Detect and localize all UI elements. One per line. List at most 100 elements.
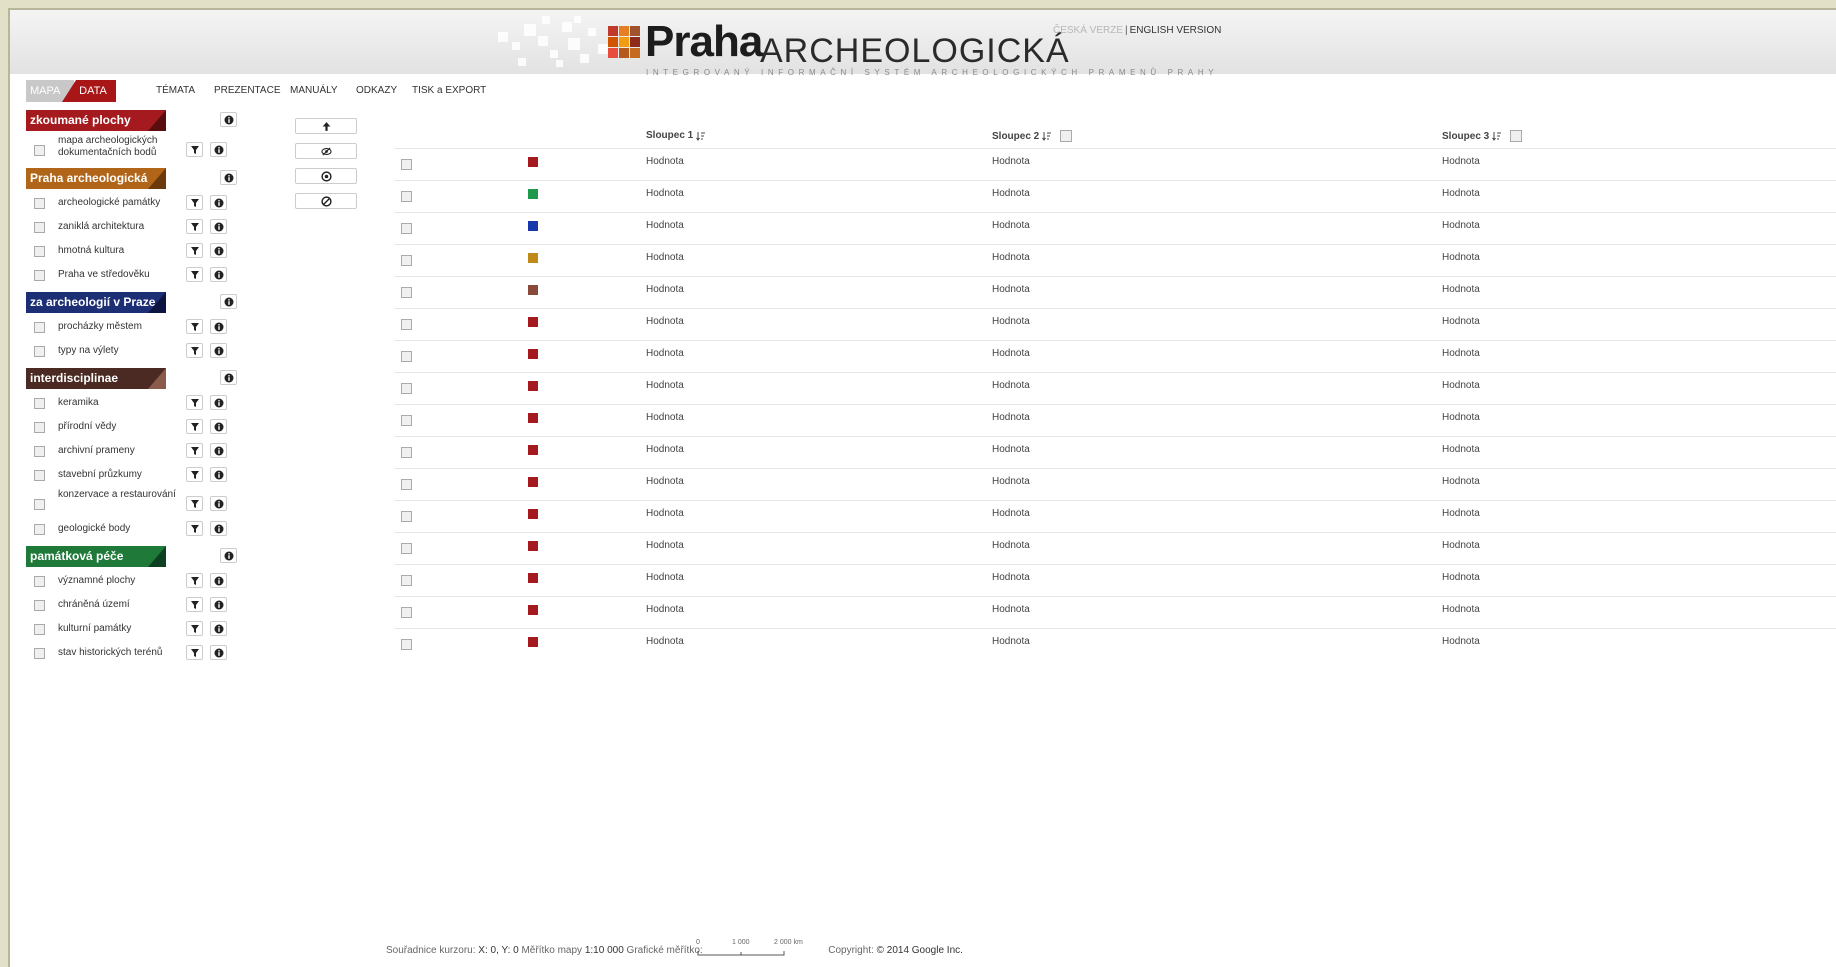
table-row[interactable]: Hodnota Hodnota Hodnota bbox=[394, 276, 1836, 309]
row-checkbox[interactable] bbox=[401, 255, 412, 266]
layer-filter-button[interactable] bbox=[186, 195, 203, 210]
layer-info-button[interactable] bbox=[210, 573, 227, 588]
category-header[interactable]: interdisciplinae bbox=[26, 368, 166, 389]
layer-checkbox[interactable] bbox=[34, 322, 45, 333]
layer-checkbox[interactable] bbox=[34, 398, 45, 409]
layer-checkbox[interactable] bbox=[34, 648, 45, 659]
table-row[interactable]: Hodnota Hodnota Hodnota bbox=[394, 180, 1836, 213]
column-3-checkbox[interactable] bbox=[1510, 130, 1523, 142]
category-header[interactable]: památková péče bbox=[26, 546, 166, 567]
row-checkbox[interactable] bbox=[401, 511, 412, 522]
category-info-button[interactable] bbox=[220, 294, 237, 309]
row-checkbox[interactable] bbox=[401, 415, 412, 426]
table-row[interactable]: Hodnota Hodnota Hodnota bbox=[394, 308, 1836, 341]
layer-info-button[interactable] bbox=[210, 243, 227, 258]
layer-info-button[interactable] bbox=[210, 645, 227, 660]
category-info-button[interactable] bbox=[220, 170, 237, 185]
layer-checkbox[interactable] bbox=[34, 600, 45, 611]
row-checkbox[interactable] bbox=[401, 575, 412, 586]
clear-selection-button[interactable] bbox=[295, 193, 357, 209]
sort-icon[interactable] bbox=[1042, 131, 1052, 141]
row-checkbox[interactable] bbox=[401, 159, 412, 170]
layer-checkbox[interactable] bbox=[34, 346, 45, 357]
table-row[interactable]: Hodnota Hodnota Hodnota bbox=[394, 404, 1836, 437]
column-header-3[interactable]: Sloupec 3 bbox=[1442, 130, 1523, 142]
menu-item-manualy[interactable]: MANUÁLY bbox=[290, 80, 338, 102]
layer-filter-button[interactable] bbox=[186, 597, 203, 612]
category-info-button[interactable] bbox=[220, 370, 237, 385]
layer-checkbox[interactable] bbox=[34, 246, 45, 257]
layer-checkbox[interactable] bbox=[34, 624, 45, 635]
row-checkbox[interactable] bbox=[401, 383, 412, 394]
layer-info-button[interactable] bbox=[210, 219, 227, 234]
layer-filter-button[interactable] bbox=[186, 142, 203, 157]
layer-checkbox[interactable] bbox=[34, 422, 45, 433]
layer-filter-button[interactable] bbox=[186, 267, 203, 282]
table-row[interactable]: Hodnota Hodnota Hodnota bbox=[394, 148, 1836, 181]
layer-info-button[interactable] bbox=[210, 195, 227, 210]
layer-info-button[interactable] bbox=[210, 419, 227, 434]
layer-filter-button[interactable] bbox=[186, 573, 203, 588]
row-checkbox[interactable] bbox=[401, 223, 412, 234]
layer-info-button[interactable] bbox=[210, 142, 227, 157]
row-checkbox[interactable] bbox=[401, 191, 412, 202]
table-row[interactable]: Hodnota Hodnota Hodnota bbox=[394, 532, 1836, 565]
layer-info-button[interactable] bbox=[210, 597, 227, 612]
sort-icon[interactable] bbox=[1492, 131, 1502, 141]
row-checkbox[interactable] bbox=[401, 479, 412, 490]
layer-info-button[interactable] bbox=[210, 467, 227, 482]
layer-filter-button[interactable] bbox=[186, 521, 203, 536]
layer-filter-button[interactable] bbox=[186, 496, 203, 511]
row-checkbox[interactable] bbox=[401, 639, 412, 650]
layer-checkbox[interactable] bbox=[34, 145, 45, 156]
layer-checkbox[interactable] bbox=[34, 576, 45, 587]
table-row[interactable]: Hodnota Hodnota Hodnota bbox=[394, 340, 1836, 373]
sort-icon[interactable] bbox=[696, 131, 706, 141]
layer-checkbox[interactable] bbox=[34, 446, 45, 457]
category-header[interactable]: zkoumané plochy bbox=[26, 110, 166, 131]
category-header[interactable]: za archeologií v Praze bbox=[26, 292, 166, 313]
layer-info-button[interactable] bbox=[210, 319, 227, 334]
layer-info-button[interactable] bbox=[210, 496, 227, 511]
category-header[interactable]: Praha archeologická bbox=[26, 168, 166, 189]
row-checkbox[interactable] bbox=[401, 607, 412, 618]
table-row[interactable]: Hodnota Hodnota Hodnota bbox=[394, 244, 1836, 277]
category-info-button[interactable] bbox=[220, 112, 237, 127]
layer-checkbox[interactable] bbox=[34, 198, 45, 209]
row-checkbox[interactable] bbox=[401, 319, 412, 330]
row-checkbox[interactable] bbox=[401, 287, 412, 298]
menu-item-prezentace[interactable]: PREZENTACE bbox=[214, 80, 281, 102]
layer-checkbox[interactable] bbox=[34, 270, 45, 281]
menu-item-temata[interactable]: TÉMATA bbox=[156, 80, 195, 102]
layer-checkbox[interactable] bbox=[34, 470, 45, 481]
table-row[interactable]: Hodnota Hodnota Hodnota bbox=[394, 212, 1836, 245]
menu-item-tisk-export[interactable]: TISK a EXPORT bbox=[412, 80, 486, 102]
layer-filter-button[interactable] bbox=[186, 467, 203, 482]
row-checkbox[interactable] bbox=[401, 351, 412, 362]
layer-filter-button[interactable] bbox=[186, 243, 203, 258]
layer-checkbox[interactable] bbox=[34, 222, 45, 233]
layer-info-button[interactable] bbox=[210, 343, 227, 358]
layer-info-button[interactable] bbox=[210, 395, 227, 410]
row-checkbox[interactable] bbox=[401, 447, 412, 458]
layer-filter-button[interactable] bbox=[186, 219, 203, 234]
table-row[interactable]: Hodnota Hodnota Hodnota bbox=[394, 500, 1836, 533]
layer-checkbox[interactable] bbox=[34, 499, 45, 510]
table-row[interactable]: Hodnota Hodnota Hodnota bbox=[394, 564, 1836, 597]
layer-filter-button[interactable] bbox=[186, 343, 203, 358]
english-version-link[interactable]: ENGLISH VERSION bbox=[1130, 25, 1222, 36]
layer-checkbox[interactable] bbox=[34, 524, 45, 535]
column-header-1[interactable]: Sloupec 1 bbox=[646, 130, 706, 141]
locate-button[interactable] bbox=[295, 168, 357, 184]
layer-info-button[interactable] bbox=[210, 267, 227, 282]
table-row[interactable]: Hodnota Hodnota Hodnota bbox=[394, 596, 1836, 629]
table-row[interactable]: Hodnota Hodnota Hodnota bbox=[394, 372, 1836, 405]
table-row[interactable]: Hodnota Hodnota Hodnota bbox=[394, 468, 1836, 501]
layer-filter-button[interactable] bbox=[186, 319, 203, 334]
table-row[interactable]: Hodnota Hodnota Hodnota bbox=[394, 436, 1836, 469]
czech-version-link[interactable]: ČESKÁ VERZE bbox=[1053, 25, 1123, 36]
hide-button[interactable] bbox=[295, 143, 357, 159]
table-row[interactable]: Hodnota Hodnota Hodnota bbox=[394, 628, 1836, 661]
category-info-button[interactable] bbox=[220, 548, 237, 563]
column-2-checkbox[interactable] bbox=[1060, 130, 1073, 142]
